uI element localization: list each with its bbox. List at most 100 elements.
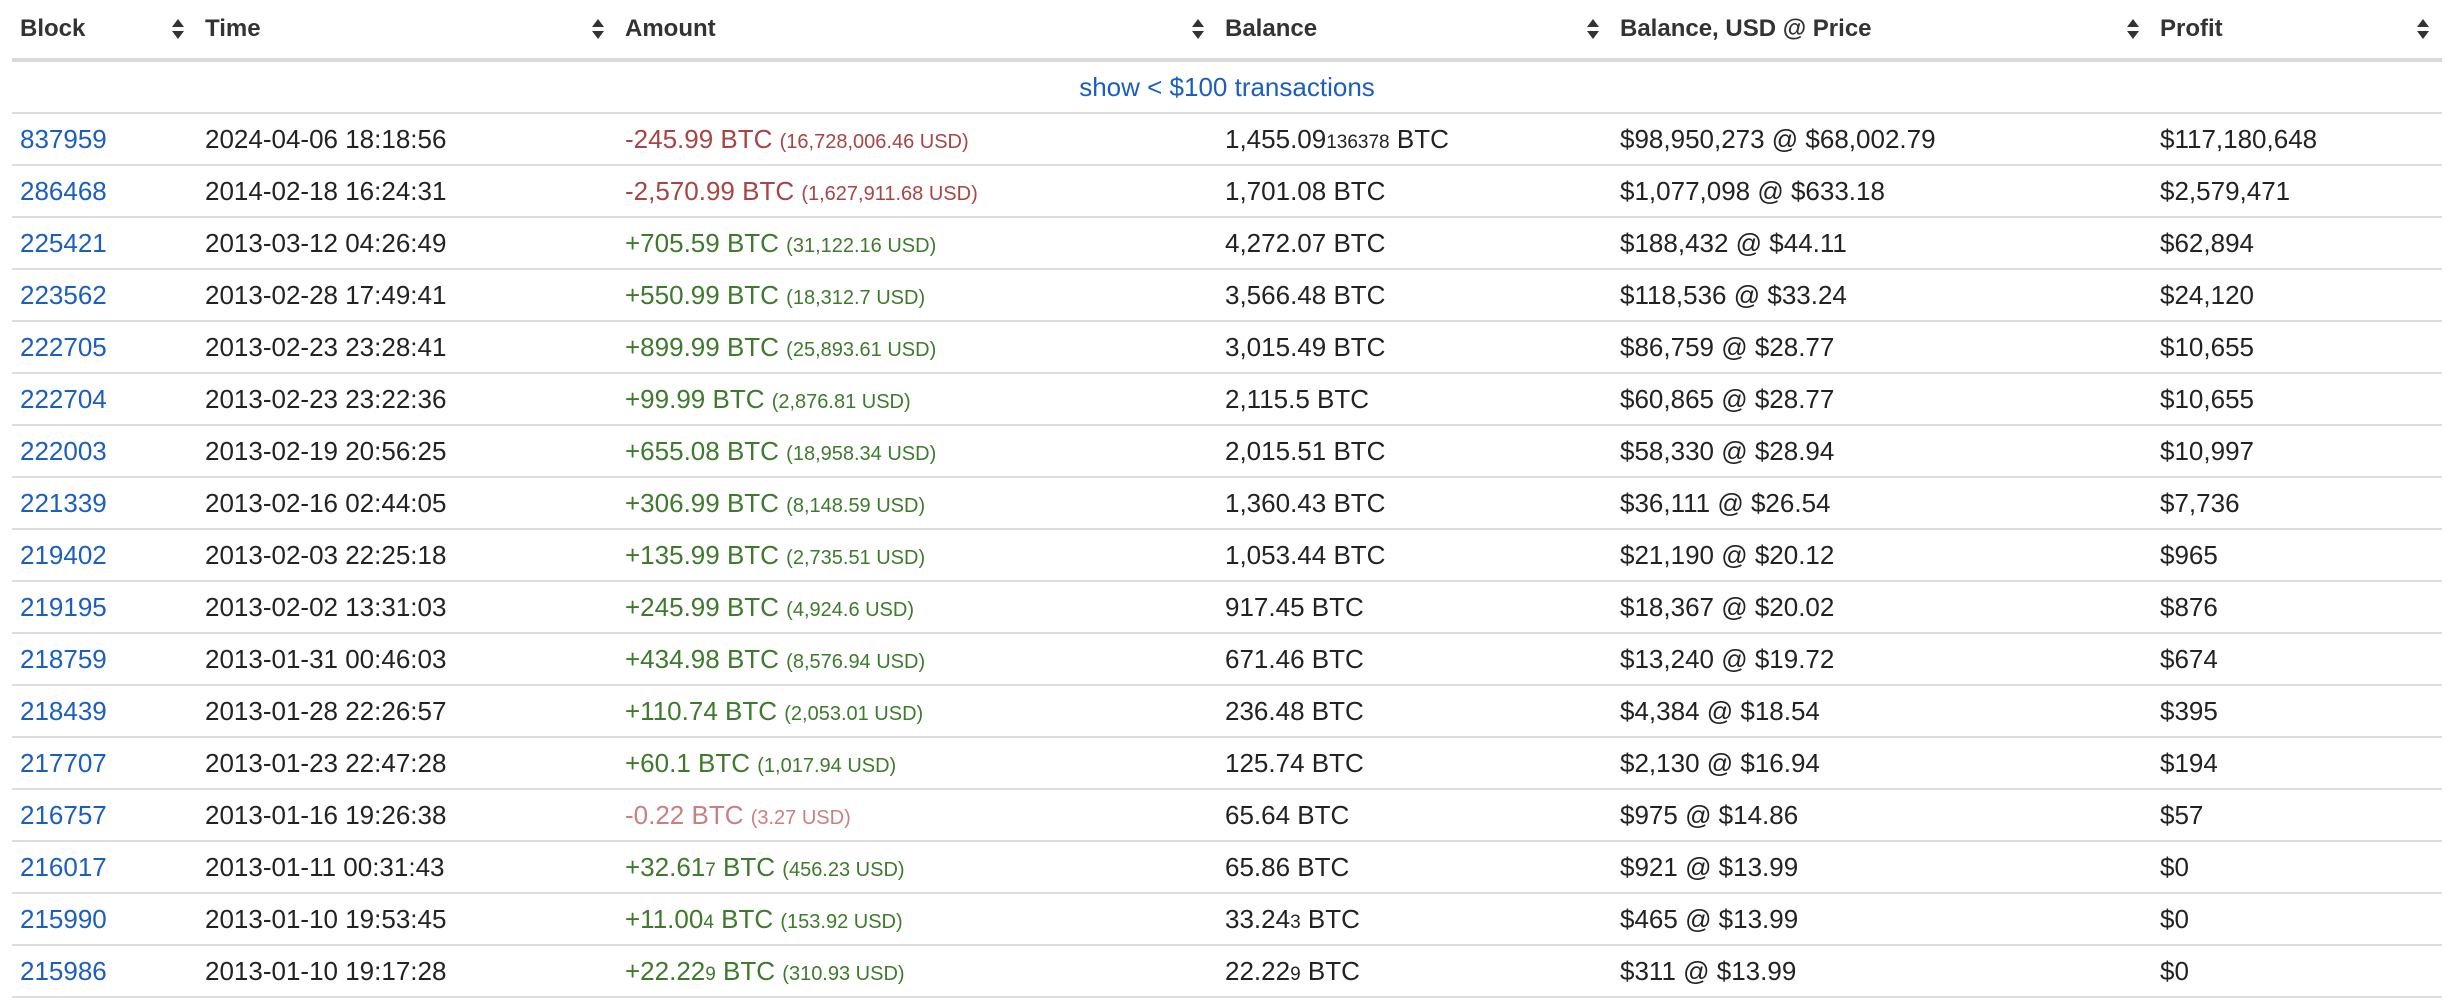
column-header-label: Block (20, 15, 86, 42)
amount-cell: +110.74 BTC (2,053.01 USD) (617, 685, 1217, 738)
table-row: 223562 2013-02-28 17:49:41 +550.99 BTC (18… (12, 269, 2442, 322)
amount-cell: +705.59 BTC (31,122.16 USD) (617, 217, 1217, 270)
balance-cell: 671.46 BTC (1217, 633, 1612, 686)
amount-unit: BTC (717, 695, 785, 726)
block-link[interactable]: 218759 (20, 644, 107, 674)
amount-unit: BTC (719, 643, 787, 674)
time-cell: 2013-02-28 17:49:41 (197, 269, 617, 322)
balance-value: 1,360.43 (1225, 487, 1327, 518)
block-cell: 218439 (12, 685, 197, 738)
balance-cell: 2,015.51 BTC (1217, 425, 1612, 478)
balance-value: 3,015.49 (1225, 331, 1327, 362)
balance-usd-cell: $13,240 @ $19.72 (1612, 633, 2152, 686)
column-header-block[interactable]: Block (12, 0, 197, 62)
time-cell: 2013-02-23 23:22:36 (197, 373, 617, 426)
amount-unit: BTC (734, 175, 802, 206)
amount-value-tail: 9 (705, 963, 716, 985)
amount-usd: (1,627,911.68 USD) (801, 182, 978, 205)
balance-unit: BTC (1290, 851, 1350, 882)
transactions-table-container: Block Time Amount Balance Balance, USD @… (12, 0, 2442, 998)
amount-cell: -0.22 BTC (3.27 USD) (617, 789, 1217, 842)
balance-usd-cell: $60,865 @ $28.77 (1612, 373, 2152, 426)
amount-usd: (31,122.16 USD) (786, 234, 937, 257)
column-header-time[interactable]: Time (197, 0, 617, 62)
time-cell: 2013-02-03 22:25:18 (197, 529, 617, 582)
balance-unit: BTC (1326, 175, 1386, 206)
profit-cell: $117,180,648 (2152, 113, 2442, 166)
sort-icon[interactable] (171, 18, 185, 40)
sort-icon[interactable] (2126, 18, 2140, 40)
amount-unit: BTC (719, 435, 787, 466)
amount-unit: BTC (719, 539, 787, 570)
sort-icon[interactable] (591, 18, 605, 40)
balance-unit: BTC (1389, 123, 1449, 154)
balance-usd-cell: $1,077,098 @ $633.18 (1612, 165, 2152, 218)
time-cell: 2013-01-23 22:47:28 (197, 737, 617, 790)
column-header-balance[interactable]: Balance (1217, 0, 1612, 62)
amount-usd: (18,312.7 USD) (786, 286, 926, 309)
block-link[interactable]: 225421 (20, 228, 107, 258)
profit-cell: $0 (2152, 945, 2442, 998)
block-link[interactable]: 215986 (20, 956, 107, 986)
block-link[interactable]: 217707 (20, 748, 107, 778)
balance-cell: 2,115.5 BTC (1217, 373, 1612, 426)
table-row: 222704 2013-02-23 23:22:36 +99.99 BTC (2,8… (12, 373, 2442, 426)
block-cell: 223562 (12, 269, 197, 322)
balance-unit: BTC (1290, 799, 1350, 830)
amount-value: +434.98 (625, 643, 720, 674)
balance-unit: BTC (1304, 747, 1364, 778)
amount-unit: BTC (719, 279, 787, 310)
amount-cell: +99.99 BTC (2,876.81 USD) (617, 373, 1217, 426)
sort-icon[interactable] (2416, 18, 2430, 40)
block-cell: 222704 (12, 373, 197, 426)
balance-usd-cell: $188,432 @ $44.11 (1612, 217, 2152, 270)
amount-value: +550.99 (625, 279, 720, 310)
block-link[interactable]: 286468 (20, 176, 107, 206)
block-link[interactable]: 221339 (20, 488, 107, 518)
column-header-balance-usd[interactable]: Balance, USD @ Price (1612, 0, 2152, 62)
show-small-transactions-link[interactable]: show < $100 transactions (1079, 72, 1375, 102)
balance-cell: 236.48 BTC (1217, 685, 1612, 738)
block-link[interactable]: 222705 (20, 332, 107, 362)
block-link[interactable]: 218439 (20, 696, 107, 726)
balance-cell: 1,360.43 BTC (1217, 477, 1612, 530)
balance-value: 33.24 (1225, 903, 1291, 934)
amount-cell: +655.08 BTC (18,958.34 USD) (617, 425, 1217, 478)
block-link[interactable]: 216757 (20, 800, 107, 830)
column-header-profit[interactable]: Profit (2152, 0, 2442, 62)
amount-usd: (8,576.94 USD) (786, 650, 926, 673)
block-link[interactable]: 223562 (20, 280, 107, 310)
balance-unit: BTC (1326, 539, 1386, 570)
block-link[interactable]: 216017 (20, 852, 107, 882)
column-header-amount[interactable]: Amount (617, 0, 1217, 62)
block-link[interactable]: 219402 (20, 540, 107, 570)
balance-cell: 1,455.09136378 BTC (1217, 113, 1612, 166)
balance-usd-cell: $465 @ $13.99 (1612, 893, 2152, 946)
balance-cell: 1,701.08 BTC (1217, 165, 1612, 218)
balance-cell: 65.86 BTC (1217, 841, 1612, 894)
block-link[interactable]: 215990 (20, 904, 107, 934)
balance-unit: BTC (1309, 383, 1370, 414)
amount-unit: BTC (715, 955, 783, 986)
balance-value: 2,015.51 (1225, 435, 1327, 466)
block-cell: 216757 (12, 789, 197, 842)
balance-cell: 4,272.07 BTC (1217, 217, 1612, 270)
block-link[interactable]: 222704 (20, 384, 107, 414)
block-link[interactable]: 222003 (20, 436, 107, 466)
block-link[interactable]: 837959 (20, 124, 107, 154)
profit-cell: $10,655 (2152, 321, 2442, 374)
balance-usd-cell: $311 @ $13.99 (1612, 945, 2152, 998)
amount-usd: (8,148.59 USD) (786, 494, 926, 517)
balance-unit: BTC (1326, 331, 1386, 362)
amount-unit: BTC (713, 123, 780, 154)
amount-unit: BTC (715, 851, 783, 882)
block-link[interactable]: 219195 (20, 592, 107, 622)
sort-icon[interactable] (1191, 18, 1205, 40)
table-row: 222003 2013-02-19 20:56:25 +655.08 BTC (18… (12, 425, 2442, 478)
time-cell: 2024-04-06 18:18:56 (197, 113, 617, 166)
sort-icon[interactable] (1586, 18, 1600, 40)
amount-unit: BTC (713, 903, 781, 934)
show-small-transactions-row: show < $100 transactions (12, 60, 2442, 114)
table-row: 219195 2013-02-02 13:31:03 +245.99 BTC (4,… (12, 581, 2442, 634)
profit-cell: $395 (2152, 685, 2442, 738)
